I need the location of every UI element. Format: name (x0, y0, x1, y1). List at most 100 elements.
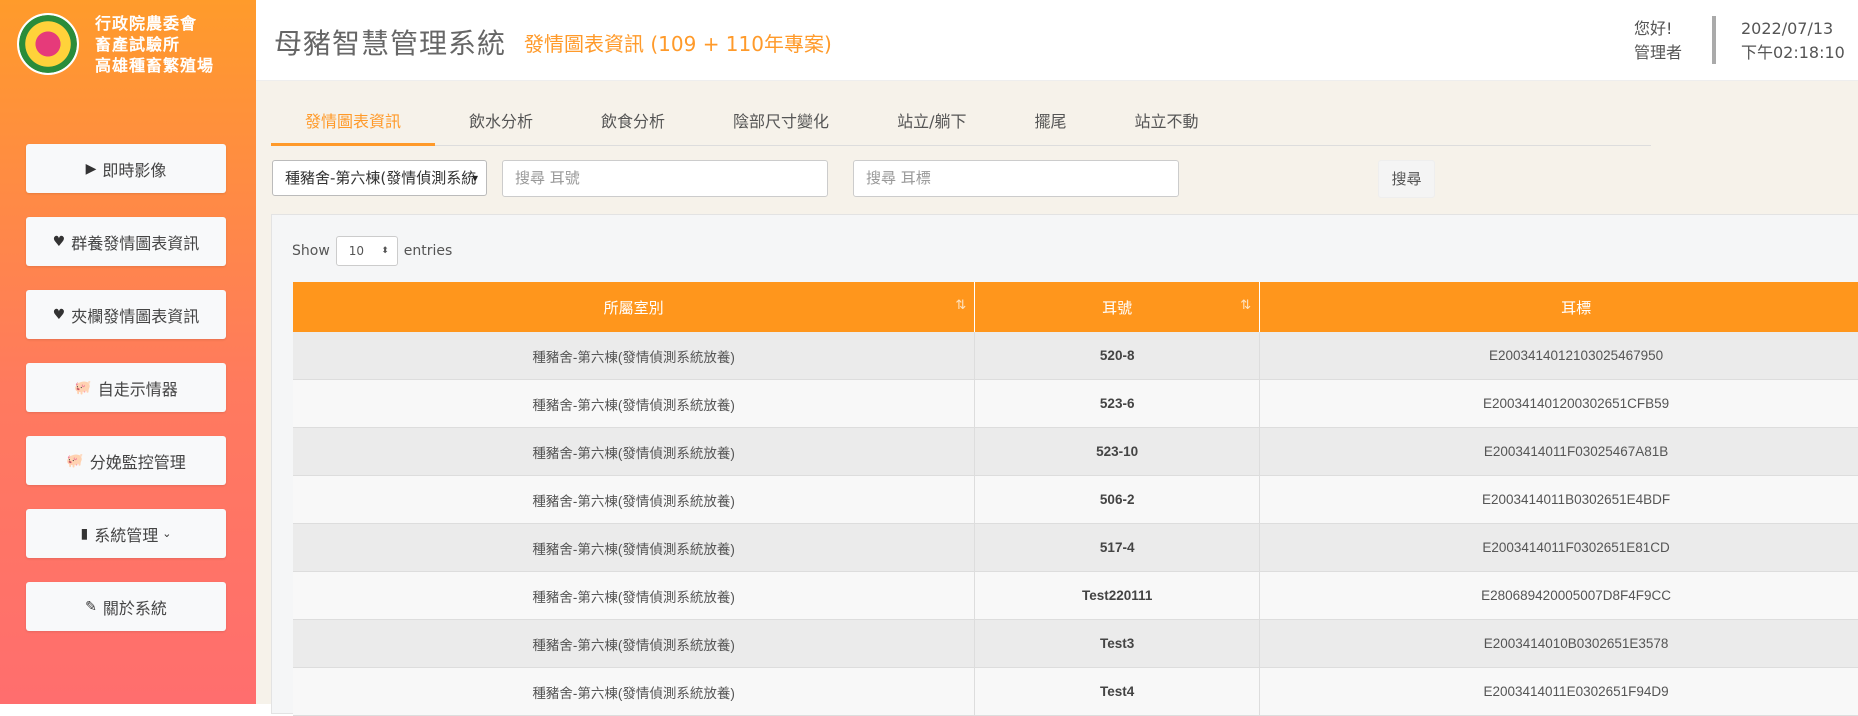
cell-room: 種豬舍-第六棟(發情偵測系統放養) (293, 667, 976, 716)
entries-select-value: 10 (348, 244, 365, 258)
cell-ear-no: 523-6 (974, 379, 1261, 428)
cell-ear-no: Test3 (974, 619, 1261, 668)
page-title: 母豬智慧管理系統 (274, 27, 507, 60)
cell-ear-tag: E2003414010B0302651E3578 (1259, 619, 1858, 668)
heart-icon: ♥ (52, 306, 66, 323)
cell-room: 種豬舍-第六棟(發情偵測系統放養) (293, 332, 976, 380)
search-button[interactable]: 搜尋 (1378, 160, 1435, 198)
column-header-ear-no[interactable]: 耳號 ⇅ (974, 282, 1261, 332)
column-header-label: 耳號 (1102, 299, 1133, 317)
table-row[interactable]: 種豬舍-第六棟(發情偵測系統放養) 506-2 E2003414011B0302… (293, 475, 1858, 524)
current-datetime: 2022/07/13 下午02:18:10 (1741, 17, 1845, 65)
cell-ear-tag: E2003414011F0302651E81CD (1259, 523, 1858, 572)
ear-tag-search-input[interactable]: 搜尋 耳標 (853, 160, 1179, 197)
table-row[interactable]: 種豬舍-第六棟(發情偵測系統放養) 517-4 E2003414011F0302… (293, 523, 1858, 572)
current-date: 2022/07/13 (1741, 19, 1834, 38)
page-subtitle: 發情圖表資訊 (109 + 110年專案) (524, 32, 832, 56)
barn-select-value: 種豬舍-第六棟(發情偵測系統 (285, 169, 477, 187)
sidebar-item-group-estrus[interactable]: ♥ 群養發情圖表資訊 (26, 217, 226, 266)
cell-ear-no: 520-8 (974, 332, 1261, 380)
column-header-label: 耳標 (1561, 299, 1592, 317)
main-content: 發情圖表資訊 飲水分析 飲食分析 陰部尺寸變化 站立/躺下 擺尾 站立不動 種豬… (256, 81, 1858, 716)
org-name: 行政院農委會 畜產試驗所 高雄種畜繁殖場 (95, 13, 214, 76)
updown-icon: ⬍ (381, 246, 389, 256)
cell-room: 種豬舍-第六棟(發情偵測系統放養) (293, 571, 976, 620)
cell-room: 種豬舍-第六棟(發情偵測系統放養) (293, 619, 976, 668)
sidebar-item-stall-estrus[interactable]: ♥ 夾欄發情圖表資訊 (26, 290, 226, 339)
sidebar-item-auto-detector[interactable]: 🐖 自走示情器 (26, 363, 226, 412)
sow-table: 所屬室別 ⇅ 耳號 ⇅ 耳標 種豬舍-第六棟(發情偵測系統放養) 520-8 E20… (293, 282, 1858, 716)
sort-icon: ⇅ (1240, 297, 1252, 312)
tab-stand-lie[interactable]: 站立/躺下 (863, 101, 1000, 143)
sidebar-item-label: 自走示情器 (97, 379, 178, 399)
piggy-icon: 🐖 (74, 379, 92, 396)
cell-ear-no: 523-10 (974, 427, 1261, 476)
org-name-line: 行政院農委會 (95, 14, 198, 33)
column-header-ear-tag[interactable]: 耳標 (1259, 282, 1858, 332)
table-row[interactable]: 種豬舍-第六棟(發情偵測系統放養) 520-8 E200341401210302… (293, 332, 1858, 380)
table-row[interactable]: 種豬舍-第六棟(發情偵測系統放養) 523-6 E200341401200302… (293, 379, 1858, 428)
sidebar-item-farrowing[interactable]: 🐖 分娩監控管理 (26, 436, 226, 485)
sidebar-item-label: 關於系統 (102, 598, 167, 618)
cell-ear-tag: E2003414012103025467950 (1259, 332, 1858, 380)
tab-bar: 發情圖表資訊 飲水分析 飲食分析 陰部尺寸變化 站立/躺下 擺尾 站立不動 (271, 101, 1651, 146)
user-greeting: 您好! 管理者 (1634, 17, 1682, 65)
entries-select[interactable]: 10 ⬍ (335, 236, 398, 266)
top-header: 母豬智慧管理系統 發情圖表資訊 (109 + 110年專案) 您好! 管理者 2… (256, 0, 1858, 81)
table-row[interactable]: 種豬舍-第六棟(發情偵測系統放養) Test4 E2003414011E0302… (293, 667, 1858, 716)
sidebar-item-label: 群養發情圖表資訊 (71, 233, 200, 253)
cell-room: 種豬舍-第六棟(發情偵測系統放養) (293, 523, 976, 572)
data-table-panel: Show 10 ⬍ entries 所屬室別 ⇅ 耳號 ⇅ 耳標 種豬舍-第六棟(發… (271, 214, 1858, 716)
current-time: 下午02:18:10 (1741, 43, 1845, 62)
tab-feed-analysis[interactable]: 飲食分析 (567, 101, 699, 143)
piggy-icon: 🐖 (66, 452, 84, 469)
tab-estrus-chart[interactable]: 發情圖表資訊 (271, 101, 436, 146)
book-icon: ▮ (80, 525, 89, 542)
sidebar-item-label: 分娩監控管理 (89, 452, 186, 472)
cell-ear-tag: E2003414011E0302651F94D9 (1259, 667, 1858, 716)
chevron-down-icon: ▾ (471, 171, 478, 185)
edit-icon: ✎ (85, 598, 97, 615)
org-logo (17, 13, 79, 75)
cell-ear-tag: E2003414011F03025467A81B (1259, 427, 1858, 476)
table-row[interactable]: 種豬舍-第六棟(發情偵測系統放養) Test3 E2003414010B0302… (293, 619, 1858, 668)
cell-ear-tag: E200341401200302651CFB59 (1259, 379, 1858, 428)
chevron-down-icon: ⌄ (162, 527, 172, 540)
cell-room: 種豬舍-第六棟(發情偵測系統放養) (293, 379, 976, 428)
table-row[interactable]: 種豬舍-第六棟(發情偵測系統放養) 523-10 E2003414011F030… (293, 427, 1858, 476)
tab-water-analysis[interactable]: 飲水分析 (435, 101, 567, 143)
cell-room: 種豬舍-第六棟(發情偵測系統放養) (293, 427, 976, 476)
sidebar-item-live-video[interactable]: ▶ 即時影像 (26, 144, 226, 193)
barn-select[interactable]: 種豬舍-第六棟(發情偵測系統 ▾ (272, 160, 487, 196)
cell-ear-no: Test4 (974, 667, 1261, 716)
org-name-line: 高雄種畜繁殖場 (95, 56, 215, 75)
ear-no-search-input[interactable]: 搜尋 耳號 (502, 160, 828, 197)
greeting-text: 您好! (1634, 19, 1673, 38)
table-row[interactable]: 種豬舍-第六棟(發情偵測系統放養) Test220111 E2806894200… (293, 571, 1858, 620)
tab-standing-still[interactable]: 站立不動 (1100, 101, 1232, 143)
sidebar-item-label: 系統管理 (94, 525, 159, 545)
heart-icon: ♥ (52, 233, 66, 250)
column-header-label: 所屬室別 (603, 299, 664, 317)
cell-ear-tag: E280689420005007D8F4F9CC (1259, 571, 1858, 620)
org-name-line: 畜產試驗所 (95, 35, 181, 54)
sidebar-item-system-admin[interactable]: ▮ 系統管理 ⌄ (26, 509, 226, 558)
cell-ear-tag: E2003414011B0302651E4BDF (1259, 475, 1858, 524)
sidebar-item-about[interactable]: ✎ 關於系統 (26, 582, 226, 631)
cell-room: 種豬舍-第六棟(發情偵測系統放養) (293, 475, 976, 524)
play-square-icon: ▶ (85, 160, 97, 177)
entries-length-control: Show 10 ⬍ entries (292, 236, 452, 266)
length-suffix: entries (403, 243, 453, 259)
length-prefix: Show (292, 243, 330, 259)
cell-ear-no: 506-2 (974, 475, 1261, 524)
sort-icon: ⇅ (955, 297, 967, 312)
sidebar-item-label: 即時影像 (102, 160, 167, 180)
header-divider (1712, 16, 1716, 64)
sidebar-item-label: 夾欄發情圖表資訊 (71, 306, 200, 326)
cell-ear-no: Test220111 (974, 571, 1261, 620)
user-role: 管理者 (1634, 43, 1683, 62)
sidebar: 行政院農委會 畜產試驗所 高雄種畜繁殖場 ▶ 即時影像 ♥ 群養發情圖表資訊 ♥… (0, 0, 256, 704)
column-header-room[interactable]: 所屬室別 ⇅ (293, 282, 976, 332)
tab-tail-wag[interactable]: 擺尾 (1000, 101, 1100, 143)
tab-vulva-size[interactable]: 陰部尺寸變化 (699, 101, 863, 143)
